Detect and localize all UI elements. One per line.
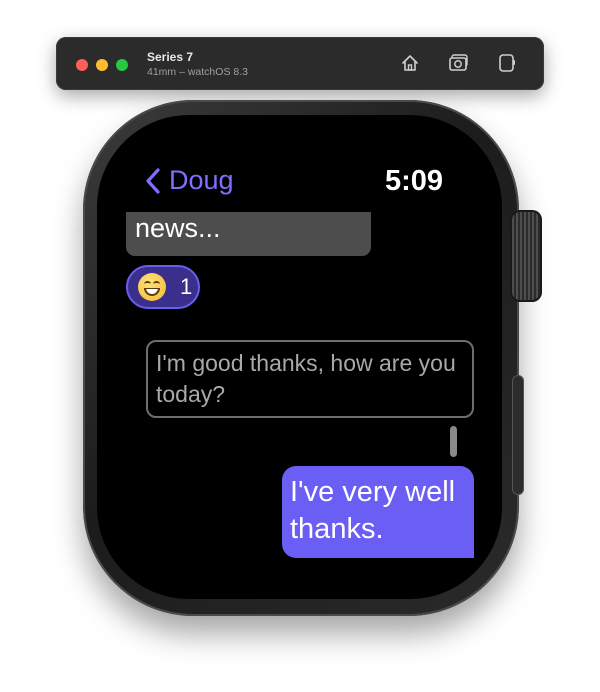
home-button[interactable] [398, 51, 422, 75]
device-name: Series 7 [147, 50, 194, 64]
rotate-button[interactable] [495, 51, 519, 75]
back-label: Doug [169, 165, 234, 195]
device-detail: 41mm – watchOS 8.3 [147, 66, 248, 78]
reply-draft-field[interactable]: I'm good thanks, how are you today? [146, 340, 474, 418]
side-button[interactable] [512, 375, 524, 495]
incoming-message-bubble[interactable]: news... [126, 212, 371, 256]
chevron-left-icon [146, 167, 160, 194]
digital-crown[interactable] [510, 210, 542, 302]
grinning-face-emoji-icon [138, 273, 166, 301]
reaction-count: 1 [180, 274, 193, 299]
simulator-stage: Series 7 41mm – watchOS 8.3 Doug 5:09 ne… [0, 0, 600, 692]
scroll-indicator [450, 426, 457, 457]
back-button[interactable]: Doug [145, 165, 234, 196]
zoom-window-button[interactable] [116, 59, 128, 71]
reaction-badge[interactable]: 1 [126, 265, 200, 309]
outgoing-message-bubble[interactable]: I've very well thanks. [282, 466, 474, 558]
watch-screen: Doug 5:09 news... 1 I'm good thanks, how… [97, 115, 502, 599]
rotate-icon [499, 54, 515, 72]
simulator-title-bar: Series 7 41mm – watchOS 8.3 [56, 37, 544, 90]
screenshot-icon [449, 54, 468, 71]
home-icon [402, 55, 418, 71]
screenshot-button[interactable] [447, 51, 471, 75]
minimize-window-button[interactable] [96, 59, 108, 71]
close-window-button[interactable] [76, 59, 88, 71]
clock-time: 5:09 [385, 165, 444, 197]
